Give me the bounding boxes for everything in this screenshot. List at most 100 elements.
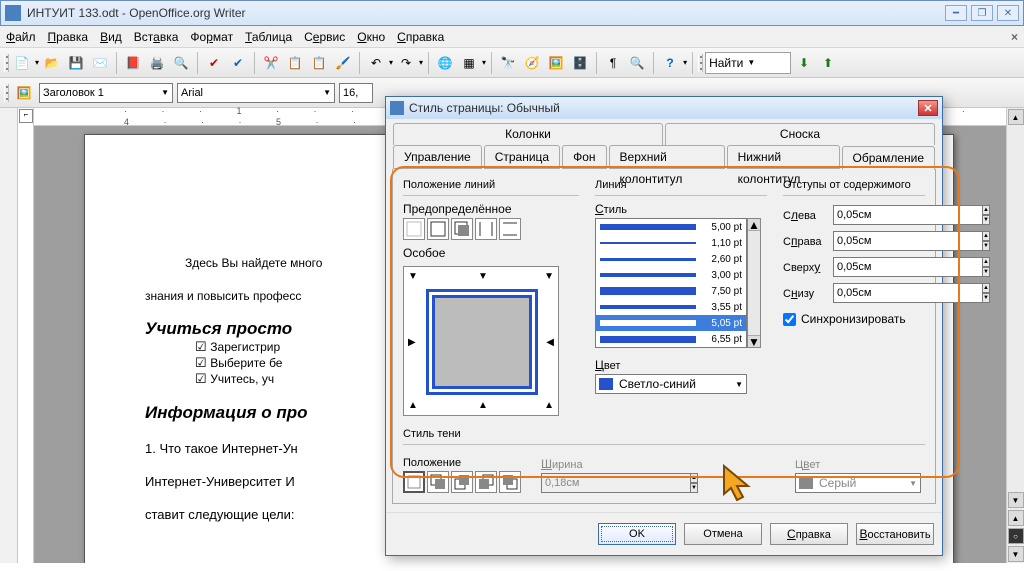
copy-icon[interactable]: 📋 <box>284 52 306 74</box>
close-doc-button[interactable]: × <box>1011 30 1018 44</box>
dialog-titlebar[interactable]: Стиль страницы: Обычный ✕ <box>386 97 942 119</box>
menu-edit[interactable]: Правка <box>48 30 89 44</box>
find-prev-icon[interactable]: ⬆ <box>817 52 839 74</box>
doc-chk3: Учитесь, уч <box>210 372 274 386</box>
close-button[interactable]: ✕ <box>997 5 1019 21</box>
pdf-icon[interactable]: 📕 <box>122 52 144 74</box>
toolbar-handle[interactable] <box>4 54 9 72</box>
tab-border[interactable]: Обрамление <box>842 146 935 170</box>
font-input[interactable] <box>181 87 317 99</box>
margin-top-input[interactable] <box>833 257 983 277</box>
para-style-input[interactable] <box>43 87 155 99</box>
ok-button[interactable]: OK <box>598 523 676 545</box>
line-style-option[interactable]: 7,50 pt <box>596 283 746 299</box>
vertical-scrollbar[interactable]: ▲ ▼ ▲ ○ ▼ <box>1006 108 1024 563</box>
gallery-icon[interactable]: 🖼️ <box>545 52 567 74</box>
minimize-button[interactable]: ━ <box>945 5 967 21</box>
preset-lr[interactable] <box>475 218 497 240</box>
predef-label: Предопределённое <box>403 202 579 216</box>
nonprint-icon[interactable]: ¶ <box>602 52 624 74</box>
line-color-combo[interactable]: Светло-синий ▼ <box>595 374 747 394</box>
table-icon[interactable]: ▦ <box>458 52 480 74</box>
shadow-bl[interactable] <box>475 471 497 493</box>
font-size-input[interactable] <box>343 87 369 99</box>
menu-tools[interactable]: Сервис <box>304 30 345 44</box>
find-icon[interactable]: 🔭 <box>497 52 519 74</box>
hyperlink-icon[interactable]: 🌐 <box>434 52 456 74</box>
zoom-icon[interactable]: 🔍 <box>626 52 648 74</box>
line-style-option[interactable]: 3,55 pt <box>596 299 746 315</box>
margin-right-input[interactable] <box>833 231 983 251</box>
color-label: Цвет <box>595 358 767 372</box>
menu-help[interactable]: Справка <box>397 30 444 44</box>
restore-button[interactable]: ❐ <box>971 5 993 21</box>
preview-icon[interactable]: 🔍 <box>170 52 192 74</box>
preset-shadow[interactable] <box>451 218 473 240</box>
menubar: Файл Правка Вид Вставка Формат Таблица С… <box>0 26 1024 48</box>
print-icon[interactable]: 🖨️ <box>146 52 168 74</box>
undo-icon[interactable]: ↶ <box>365 52 387 74</box>
spellcheck-icon[interactable]: ✔ <box>203 52 225 74</box>
tab-header[interactable]: Верхний колонтитул <box>609 145 725 169</box>
sync-checkbox[interactable] <box>783 313 796 326</box>
mail-icon[interactable]: ✉️ <box>89 52 111 74</box>
line-style-option[interactable]: 6,55 pt <box>596 331 746 347</box>
group-shadow: Стиль тени <box>403 428 925 440</box>
style-scrollbar[interactable]: ▲▼ <box>747 218 761 348</box>
cancel-button[interactable]: Отмена <box>684 523 762 545</box>
tab-footnote[interactable]: Сноска <box>665 123 935 145</box>
menu-window[interactable]: Окно <box>357 30 385 44</box>
menu-view[interactable]: Вид <box>100 30 122 44</box>
tab-manage[interactable]: Управление <box>393 145 482 169</box>
menu-table[interactable]: Таблица <box>245 30 292 44</box>
toolbar-handle[interactable] <box>698 54 703 72</box>
line-style-option[interactable]: 3,00 pt <box>596 267 746 283</box>
paste-icon[interactable]: 📋 <box>308 52 330 74</box>
menu-format[interactable]: Формат <box>190 30 233 44</box>
preset-box[interactable] <box>427 218 449 240</box>
font-combo[interactable]: ▼ <box>177 83 335 103</box>
line-style-option[interactable]: 1,10 pt <box>596 235 746 251</box>
font-size-combo[interactable] <box>339 83 373 103</box>
margin-left-input[interactable] <box>833 205 983 225</box>
tab-columns[interactable]: Колонки <box>393 123 663 145</box>
menu-file[interactable]: Файл <box>6 30 36 44</box>
spin-down-icon[interactable]: ▼ <box>983 215 990 225</box>
preset-tb[interactable] <box>499 218 521 240</box>
find-combo[interactable]: Найти ▼ <box>705 52 791 74</box>
reset-button[interactable]: Восстановить <box>856 523 934 545</box>
datasource-icon[interactable]: 🗄️ <box>569 52 591 74</box>
save-icon[interactable]: 💾 <box>65 52 87 74</box>
shadow-tl[interactable] <box>499 471 521 493</box>
border-preview[interactable]: ▼ ▼ ▲ ▲ ▶ ◀ ▼ ▲ <box>403 266 559 416</box>
navigator-icon[interactable]: 🧭 <box>521 52 543 74</box>
line-style-list[interactable]: 5,00 pt1,10 pt2,60 pt3,00 pt7,50 pt3,55 … <box>595 218 747 348</box>
open-icon[interactable]: 📂 <box>41 52 63 74</box>
spin-up-icon[interactable]: ▲ <box>983 205 990 215</box>
redo-icon[interactable]: ↷ <box>395 52 417 74</box>
autospell-icon[interactable]: ✔ <box>227 52 249 74</box>
margin-bottom-input[interactable] <box>833 283 983 303</box>
new-icon[interactable]: 📄 <box>11 52 33 74</box>
line-style-option[interactable]: 5,05 pt <box>596 315 746 331</box>
preset-none[interactable] <box>403 218 425 240</box>
help-button[interactable]: Справка <box>770 523 848 545</box>
tab-footer[interactable]: Нижний колонтитул <box>727 145 840 169</box>
styles-icon[interactable]: 🖼️ <box>13 82 35 104</box>
find-next-icon[interactable]: ⬇ <box>793 52 815 74</box>
shadow-tr[interactable] <box>451 471 473 493</box>
line-style-option[interactable]: 5,00 pt <box>596 219 746 235</box>
dialog-close-icon[interactable]: ✕ <box>918 100 938 116</box>
tab-page[interactable]: Страница <box>484 145 560 169</box>
para-style-combo[interactable]: ▼ <box>39 83 173 103</box>
help-icon[interactable]: ? <box>659 52 681 74</box>
shadow-none[interactable] <box>403 471 425 493</box>
line-style-option[interactable]: 2,60 pt <box>596 251 746 267</box>
menu-insert[interactable]: Вставка <box>134 30 179 44</box>
toolbar-handle[interactable] <box>4 84 9 102</box>
cut-icon[interactable]: ✂️ <box>260 52 282 74</box>
format-paint-icon[interactable]: 🖌️ <box>332 52 354 74</box>
standard-toolbar: 📄▾ 📂 💾 ✉️ 📕 🖨️ 🔍 ✔ ✔ ✂️ 📋 📋 🖌️ ↶▾ ↷▾ 🌐 ▦… <box>0 48 1024 78</box>
tab-background[interactable]: Фон <box>562 145 606 169</box>
shadow-br[interactable] <box>427 471 449 493</box>
